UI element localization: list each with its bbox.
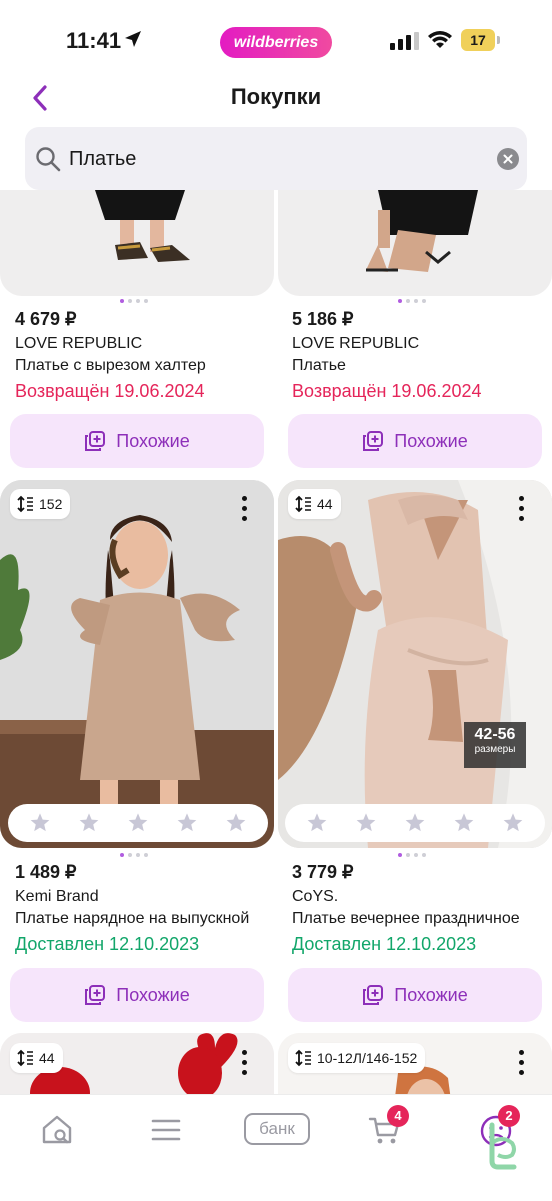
product-image[interactable] [278,480,552,848]
size-count: 44 [39,1050,55,1066]
order-status: Возвращён 19.06.2024 [15,381,205,401]
more-options-icon[interactable] [242,1050,248,1076]
order-status: Возвращён 19.06.2024 [292,381,482,401]
sizes-range-label: размеры [474,744,516,755]
clock: 11:41 [66,28,122,53]
product-price: 5 186 ₽ [292,309,354,329]
home-search-icon[interactable] [40,1113,74,1147]
size-count-badge: 44 [288,489,341,519]
product-name: Платье с вырезом халтер [15,357,206,374]
search-input[interactable] [67,141,471,177]
similar-label: Похожие [394,984,468,1005]
size-count-badge: 10-12Л/146-152 [288,1043,426,1073]
location-arrow-icon [125,31,141,47]
catalog-menu-icon[interactable] [150,1113,182,1147]
battery-tip [497,36,500,44]
size-count-badge: 152 [10,489,71,519]
sizes-icon [17,1049,33,1067]
status-bar: 11:41 wildberries 17 [0,0,552,80]
size-count: 44 [317,496,333,512]
cellular-signal-icon [390,32,419,50]
image-pager-dots [120,853,148,859]
more-options-icon[interactable] [519,496,525,522]
star-icon[interactable] [127,812,149,834]
product-image[interactable] [0,190,274,296]
star-icon[interactable] [502,812,524,834]
product-brand: CoYS. [292,888,339,905]
image-pager-dots [398,853,426,859]
product-name: Платье нарядное на выпускной [15,910,250,927]
similar-icon [363,431,384,451]
product-price: 1 489 ₽ [15,862,77,882]
rating-stars[interactable] [8,804,268,842]
close-icon [503,154,513,164]
order-status: Доставлен 12.10.2023 [292,934,477,954]
similar-label: Похожие [116,430,190,451]
sizes-icon [295,495,311,513]
star-icon[interactable] [306,812,328,834]
similar-icon [85,431,106,451]
bank-tab[interactable]: банк [244,1113,310,1145]
size-count-badge: 44 [10,1043,63,1073]
star-icon[interactable] [225,812,247,834]
product-name: Платье [292,357,346,374]
product-price: 4 679 ₽ [15,309,77,329]
similar-button[interactable]: Похожие [288,414,542,468]
product-brand: LOVE REPUBLIC [292,335,420,352]
star-icon[interactable] [453,812,475,834]
page-title: Покупки [230,84,322,109]
star-icon[interactable] [176,812,198,834]
star-icon[interactable] [29,812,51,834]
product-brand: Kemi Brand [15,888,99,905]
similar-icon [85,985,106,1005]
image-pager-dots [398,299,426,305]
sizes-range-tag: 42-56 размеры [464,722,526,768]
product-photo-legs [366,190,478,272]
rating-stars[interactable] [285,804,545,842]
similar-label: Похожие [394,430,468,451]
similar-icon [363,985,384,1005]
product-price: 3 779 ₽ [292,862,354,882]
similar-label: Похожие [116,984,190,1005]
product-name: Платье вечернее праздничное [292,910,520,927]
app-watermark-logo [489,1122,517,1170]
similar-button[interactable]: Похожие [288,968,542,1022]
bottom-navigation: банк 4 2 [0,1094,552,1201]
image-pager-dots [120,299,148,305]
bank-label: банк [259,1119,295,1138]
more-options-icon[interactable] [519,1050,525,1076]
size-count: 152 [39,496,63,512]
sizes-icon [17,495,33,513]
product-brand: LOVE REPUBLIC [15,335,143,352]
sizes-icon [295,1049,311,1067]
wifi-icon [428,31,452,48]
size-count: 10-12Л/146-152 [317,1050,418,1066]
product-image[interactable] [278,190,552,296]
product-photo-girl-dress [0,480,274,848]
order-status: Доставлен 12.10.2023 [15,934,200,954]
product-image[interactable] [0,480,274,848]
star-icon[interactable] [355,812,377,834]
cart-badge: 4 [387,1105,409,1127]
search-bar[interactable] [25,127,527,190]
clear-search-button[interactable] [497,148,519,170]
wildberries-logo: wildberries [220,27,332,58]
similar-button[interactable]: Похожие [10,968,264,1022]
product-photo-legs [95,190,190,262]
similar-button[interactable]: Похожие [10,414,264,468]
product-photo-woman-dress [278,480,552,848]
star-icon[interactable] [404,812,426,834]
search-icon [36,147,61,172]
more-options-icon[interactable] [242,496,248,522]
battery-icon: 17 [461,29,495,51]
sizes-range-value: 42-56 [474,726,516,743]
star-icon[interactable] [78,812,100,834]
